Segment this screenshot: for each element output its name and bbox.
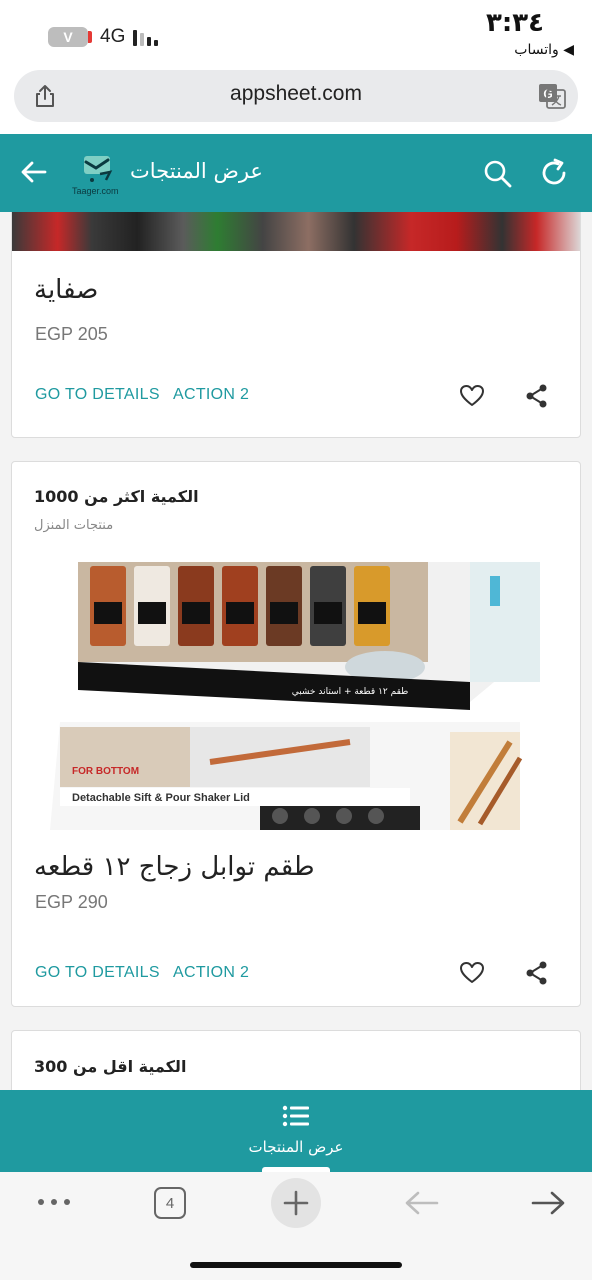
heart-icon[interactable] bbox=[459, 383, 485, 409]
product-price: EGP 290 bbox=[35, 892, 108, 912]
browser-toolbar: 4 bbox=[0, 1172, 592, 1280]
group-title: الكمية اقل من 300 bbox=[34, 1057, 187, 1076]
share-icon[interactable] bbox=[524, 383, 550, 409]
heart-icon[interactable] bbox=[459, 960, 485, 986]
sim-badge: V bbox=[48, 27, 92, 47]
back-arrow-icon[interactable] bbox=[404, 1189, 440, 1217]
svg-text:G: G bbox=[543, 87, 552, 101]
action-2-button[interactable]: ACTION 2 bbox=[173, 386, 249, 404]
status-time: ٣:٣٤ bbox=[485, 8, 544, 38]
image-caption: Detachable Sift & Pour Shaker Lid bbox=[72, 792, 250, 804]
logo-text: Taager.com bbox=[72, 186, 119, 196]
status-bar: V 4G ٣:٣٤ ◀ واتساب bbox=[0, 0, 592, 66]
more-icon[interactable] bbox=[36, 1196, 72, 1208]
share-icon[interactable] bbox=[524, 960, 550, 986]
bottom-nav: عرض المنتجات bbox=[0, 1090, 592, 1172]
carrier-info: V 4G bbox=[48, 26, 159, 48]
go-to-details-button[interactable]: GO TO DETAILS bbox=[35, 386, 160, 404]
image-caption: طقم ١٢ قطعة + استاند خشبي bbox=[292, 687, 409, 697]
product-title: صفاية bbox=[34, 275, 99, 305]
nav-label-products[interactable]: عرض المنتجات bbox=[0, 1138, 592, 1156]
logo-icon bbox=[84, 156, 113, 182]
new-tab-button[interactable] bbox=[271, 1178, 321, 1228]
address-bar[interactable]: appsheet.com G bbox=[14, 70, 578, 122]
product-card[interactable]: الكمية اكثر من 1000 منتجات المنزل طقم ١٢… bbox=[11, 461, 581, 1007]
list-icon[interactable] bbox=[282, 1104, 310, 1128]
product-price: EGP 205 bbox=[35, 324, 108, 344]
image-caption: FOR BOTTOM bbox=[72, 766, 139, 777]
product-title: طقم توابل زجاج ١٢ قطعه bbox=[34, 852, 315, 882]
translate-icon[interactable]: G bbox=[538, 83, 566, 109]
forward-arrow-icon[interactable] bbox=[530, 1189, 566, 1217]
url-text[interactable]: appsheet.com bbox=[14, 82, 578, 106]
search-icon[interactable] bbox=[482, 158, 514, 190]
group-subtitle: منتجات المنزل bbox=[34, 518, 114, 533]
page-title: عرض المنتجات bbox=[130, 159, 263, 183]
product-card[interactable]: صفاية EGP 205 GO TO DETAILS ACTION 2 bbox=[11, 212, 581, 438]
group-title: الكمية اكثر من 1000 bbox=[34, 487, 199, 506]
go-to-details-button[interactable]: GO TO DETAILS bbox=[35, 964, 160, 982]
product-image[interactable] bbox=[12, 212, 580, 251]
app-bar: Taager.com عرض المنتجات bbox=[0, 134, 592, 212]
tabs-button[interactable]: 4 bbox=[154, 1187, 186, 1219]
action-2-button[interactable]: ACTION 2 bbox=[173, 964, 249, 982]
home-indicator bbox=[190, 1262, 402, 1268]
product-card[interactable]: الكمية اقل من 300 bbox=[11, 1030, 581, 1090]
taager-logo: Taager.com bbox=[70, 152, 128, 196]
back-to-app-link[interactable]: ◀ واتساب bbox=[514, 42, 574, 58]
signal-strength-icon bbox=[133, 28, 159, 46]
refresh-icon[interactable] bbox=[538, 157, 570, 189]
plus-icon bbox=[283, 1190, 309, 1216]
network-type: 4G bbox=[100, 26, 126, 47]
product-list[interactable]: صفاية EGP 205 GO TO DETAILS ACTION 2 الك… bbox=[0, 212, 592, 1090]
back-arrow-icon[interactable] bbox=[20, 158, 48, 186]
product-image[interactable]: طقم ١٢ قطعة + استاند خشبي FOR BOTTOM Det… bbox=[50, 562, 550, 830]
